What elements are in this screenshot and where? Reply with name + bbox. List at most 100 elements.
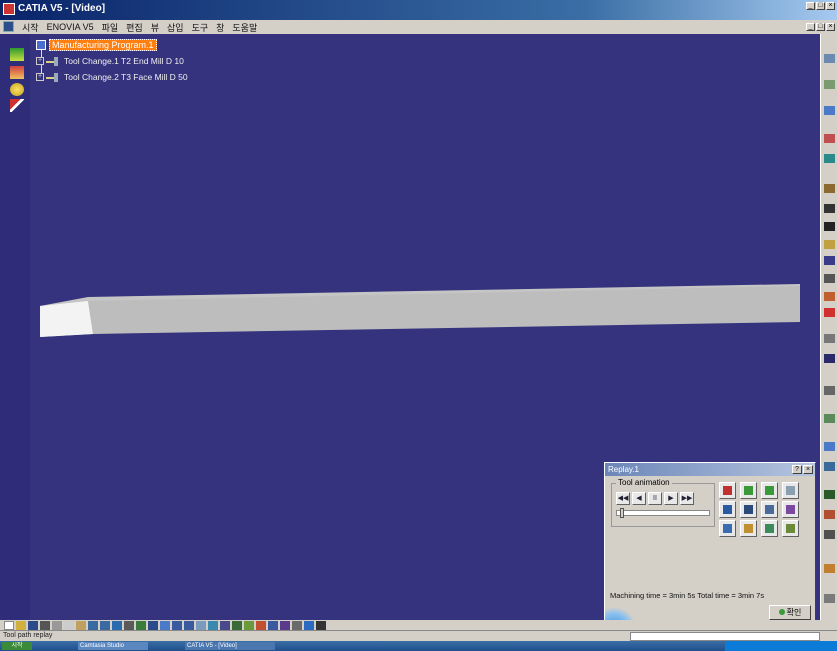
ok-button[interactable]: 확인 [769, 605, 811, 620]
render-icon[interactable] [220, 621, 230, 630]
toolbar-icon[interactable] [824, 256, 835, 265]
machine-icon[interactable] [782, 520, 799, 537]
catia-app-icon[interactable] [3, 3, 15, 15]
whats-this-icon[interactable] [112, 621, 122, 630]
replay-icon[interactable] [256, 621, 266, 630]
step-forward-button[interactable]: ▶ [664, 492, 678, 505]
toolbar-icon[interactable] [824, 594, 835, 603]
menu-insert[interactable]: 삽입 [167, 21, 184, 34]
pan-icon[interactable] [148, 621, 158, 630]
toolbar-icon[interactable] [824, 274, 835, 283]
expand-icon[interactable]: + [36, 73, 44, 81]
tree-node-tool-change-2[interactable]: + Tool Change.2 T3 Face Mill D 50 [36, 72, 188, 82]
simulate-icon[interactable] [268, 621, 278, 630]
doc-minimize-button[interactable]: _ [806, 23, 815, 31]
start-button[interactable]: 시작 [2, 642, 32, 650]
toolbar-icon[interactable] [824, 386, 835, 395]
slider-thumb[interactable] [620, 508, 624, 518]
pause-button[interactable]: II [648, 492, 662, 505]
refresh-icon[interactable] [304, 621, 314, 630]
taskbar-catia[interactable]: CATIA V5 - [Video] [185, 642, 275, 650]
replay-dialog-titlebar[interactable]: Replay.1 ? × [605, 463, 815, 476]
tree-root-label[interactable]: Manufacturing Program.1 [49, 39, 157, 51]
save-icon[interactable] [28, 621, 38, 630]
tool-display-icon[interactable] [719, 482, 736, 499]
hide-show-icon[interactable] [232, 621, 242, 630]
dialog-close-button[interactable]: × [803, 465, 813, 474]
toolbar-icon[interactable] [824, 462, 835, 471]
toolbar-icon[interactable] [824, 184, 835, 193]
zoom-out-icon[interactable] [184, 621, 194, 630]
toolbar-icon[interactable] [824, 308, 835, 317]
toolbar-icon[interactable] [824, 414, 835, 423]
toolbar-icon[interactable] [824, 240, 835, 249]
expand-icon[interactable]: + [36, 57, 44, 65]
rotate-icon[interactable] [160, 621, 170, 630]
toolbar-icon[interactable] [824, 80, 835, 89]
photo-mode-icon[interactable] [740, 501, 757, 518]
menu-help[interactable]: 도움말 [232, 21, 257, 34]
doc-maximize-button[interactable]: □ [816, 23, 825, 31]
fixture-icon[interactable] [761, 520, 778, 537]
iso-view-icon[interactable] [208, 621, 218, 630]
stock-icon[interactable] [719, 520, 736, 537]
fast-forward-button[interactable]: ▶▶ [680, 492, 694, 505]
measure-icon[interactable] [316, 621, 326, 630]
compare-icon[interactable] [280, 621, 290, 630]
toolbar-icon[interactable] [824, 204, 835, 213]
collision-icon[interactable] [782, 501, 799, 518]
normal-view-icon[interactable] [196, 621, 206, 630]
cut-icon[interactable] [52, 621, 62, 630]
toolbar-icon[interactable] [824, 442, 835, 451]
zoom-in-icon[interactable] [172, 621, 182, 630]
replay-progress-slider[interactable] [616, 508, 710, 518]
ncode-icon[interactable] [292, 621, 302, 630]
menu-view[interactable]: 뷰 [151, 21, 159, 34]
swap-icon[interactable] [244, 621, 254, 630]
toolbar-icon[interactable] [824, 334, 835, 343]
command-input[interactable] [630, 632, 820, 641]
undo-icon[interactable] [88, 621, 98, 630]
paste-icon[interactable] [76, 621, 86, 630]
step-back-button[interactable]: ◀ [632, 492, 646, 505]
program-icon[interactable] [10, 48, 24, 61]
taskbar-camtasia[interactable]: Camtasia Studio [78, 642, 148, 650]
toolbar-icon[interactable] [824, 564, 835, 573]
copy-icon[interactable] [64, 621, 74, 630]
toolbar-icon[interactable] [824, 530, 835, 539]
formula-icon[interactable] [124, 621, 134, 630]
document-icon[interactable] [3, 21, 14, 32]
menu-window[interactable]: 창 [216, 21, 224, 34]
toolbar-icon[interactable] [824, 490, 835, 499]
menu-edit[interactable]: 편집 [126, 21, 143, 34]
toolbar-icon[interactable] [824, 292, 835, 301]
maximize-button[interactable]: □ [816, 2, 825, 10]
doc-close-button[interactable]: × [826, 23, 835, 31]
open-icon[interactable] [16, 621, 26, 630]
toolbar-icon[interactable] [824, 154, 835, 163]
path-display-icon[interactable] [740, 482, 757, 499]
tree-node-tool-change-1[interactable]: + Tool Change.1 T2 End Mill D 10 [36, 56, 184, 66]
fit-all-icon[interactable] [136, 621, 146, 630]
toolbar-icon[interactable] [824, 354, 835, 363]
rewind-button[interactable]: ◀◀ [616, 492, 630, 505]
toolbar-icon[interactable] [824, 510, 835, 519]
check-icon[interactable] [10, 99, 24, 112]
toolbar-icon[interactable] [824, 222, 835, 231]
analysis-icon[interactable] [761, 501, 778, 518]
tool-holder-icon[interactable] [740, 520, 757, 537]
menu-file[interactable]: 파일 [102, 21, 119, 34]
new-icon[interactable] [4, 621, 14, 630]
tree-root[interactable]: Manufacturing Program.1 [36, 39, 157, 51]
help-button[interactable]: ? [792, 465, 802, 474]
redo-icon[interactable] [100, 621, 110, 630]
menu-start[interactable]: 시작 [22, 21, 39, 34]
filter-icon[interactable] [782, 482, 799, 499]
print-icon[interactable] [40, 621, 50, 630]
menu-tools[interactable]: 도구 [192, 21, 209, 34]
point-display-icon[interactable] [761, 482, 778, 499]
close-button[interactable]: × [826, 2, 835, 10]
toolbar-icon[interactable] [824, 54, 835, 63]
toolbar-icon[interactable] [824, 106, 835, 115]
minimize-button[interactable]: _ [806, 2, 815, 10]
